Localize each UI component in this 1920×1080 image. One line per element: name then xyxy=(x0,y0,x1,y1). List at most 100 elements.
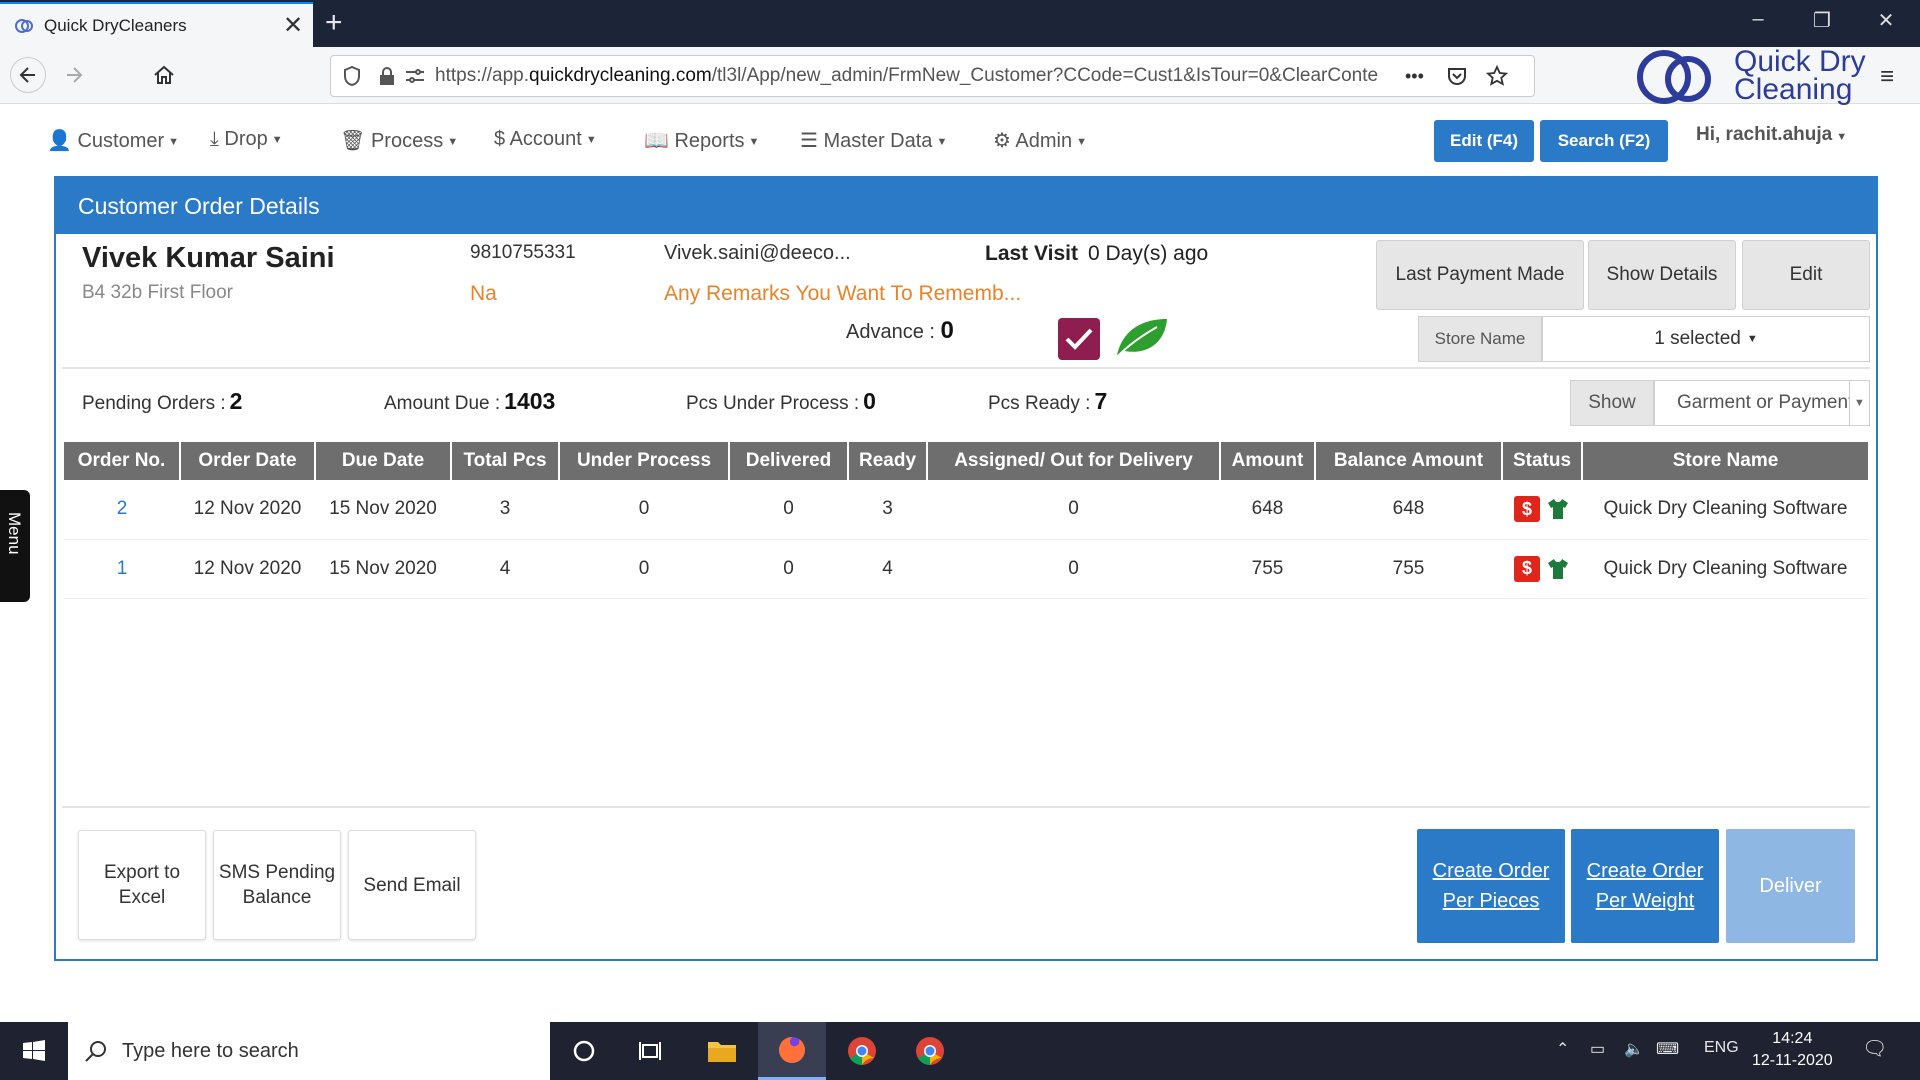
home-icon[interactable] xyxy=(146,57,182,93)
total-pcs: 4 xyxy=(451,539,559,599)
tab-favicon-icon xyxy=(15,18,33,33)
tray-chevron-up-icon[interactable]: ⌃ xyxy=(1556,1039,1569,1059)
brand-logo: Quick Dry Cleaning xyxy=(1630,40,1870,112)
orders-table: Order No. Order Date Due Date Total Pcs … xyxy=(64,442,1870,599)
gear-icon: ⚙ xyxy=(993,130,1011,152)
col-delivered[interactable]: Delivered xyxy=(729,442,849,480)
table-row: 1 12 Nov 2020 15 Nov 2020 4 0 0 4 0 755 … xyxy=(64,539,1869,599)
address-bar[interactable]: https://app.quickdrycleaning.com/tl3l/Ap… xyxy=(330,55,1535,97)
store-select[interactable]: 1 selected ▼ xyxy=(1542,316,1870,362)
col-due-date[interactable]: Due Date xyxy=(315,442,452,480)
search-f2-button[interactable]: Search (F2) xyxy=(1540,120,1668,162)
forward-arrow-icon[interactable] xyxy=(56,57,92,93)
last-payment-made-button[interactable]: Last Payment Made xyxy=(1376,240,1584,310)
status-cell: $ xyxy=(1502,480,1582,540)
pending-orders: Pending Orders :2 xyxy=(82,388,243,414)
panel-title: Customer Order Details xyxy=(56,178,1876,234)
tab-title: Quick DryCleaners xyxy=(44,15,187,35)
send-email-button[interactable]: Send Email xyxy=(348,830,476,940)
window-close-icon[interactable]: ✕ xyxy=(1866,8,1906,33)
volume-icon[interactable]: 🔈 xyxy=(1624,1039,1644,1059)
windows-start-icon[interactable] xyxy=(0,1022,68,1080)
menu-account[interactable]: $ Account ▼ xyxy=(494,128,597,151)
col-balance[interactable]: Balance Amount xyxy=(1315,442,1503,480)
col-assigned[interactable]: Assigned/ Out for Delivery xyxy=(927,442,1221,480)
chrome-icon[interactable] xyxy=(828,1022,896,1080)
file-explorer-icon[interactable] xyxy=(688,1022,756,1080)
hamburger-menu-icon[interactable]: ≡ xyxy=(1880,63,1894,91)
menu-drop[interactable]: ⤓ Drop ▼ xyxy=(210,128,283,151)
restore-icon[interactable]: ❐ xyxy=(1802,8,1842,33)
keyboard-icon[interactable]: ⌨ xyxy=(1656,1039,1679,1059)
task-view-icon[interactable] xyxy=(618,1022,686,1080)
col-ready[interactable]: Ready xyxy=(848,442,928,480)
battery-icon[interactable]: ▭ xyxy=(1590,1039,1605,1059)
col-under-process[interactable]: Under Process xyxy=(559,442,730,480)
lock-icon xyxy=(380,67,394,85)
logo-icon xyxy=(1637,50,1711,104)
assigned: 0 xyxy=(927,539,1220,599)
balance: 755 xyxy=(1315,539,1502,599)
taskbar-search-box[interactable]: Type here to search xyxy=(68,1022,550,1080)
customer-name: Vivek Kumar Saini xyxy=(82,242,335,274)
customer-email: Vivek.saini@deeco... xyxy=(664,242,851,264)
menu-admin[interactable]: ⚙ Admin ▼ xyxy=(993,128,1087,153)
deliver-button[interactable]: Deliver xyxy=(1726,829,1855,943)
col-total-pcs[interactable]: Total Pcs xyxy=(451,442,560,480)
col-order-date[interactable]: Order Date xyxy=(180,442,316,480)
delivered: 0 xyxy=(729,480,848,540)
col-store-name[interactable]: Store Name xyxy=(1582,442,1870,480)
user-greeting[interactable]: Hi, rachit.ahuja ▼ xyxy=(1696,124,1847,146)
language-indicator[interactable]: ENG xyxy=(1704,1039,1739,1057)
edit-customer-button[interactable]: Edit xyxy=(1742,240,1870,310)
menu-master-data[interactable]: ☰ Master Data ▼ xyxy=(800,128,947,153)
leaf-icon[interactable] xyxy=(1113,315,1169,359)
taskbar-clock[interactable]: 14:24 12-11-2020 xyxy=(1752,1028,1833,1072)
browser-tab[interactable]: Quick DryCleaners ✕ xyxy=(0,2,313,47)
bookmark-star-icon[interactable] xyxy=(1485,65,1508,87)
show-filter-select[interactable]: Garment or Payment ▼ xyxy=(1654,380,1870,426)
store-name: Quick Dry Cleaning Software xyxy=(1582,480,1869,540)
windows-taskbar: Type here to search ⌃ ▭ 🔈 ⌨ ENG 14:24 12… xyxy=(0,1022,1920,1080)
garment-icon[interactable] xyxy=(1546,557,1570,581)
create-order-per-weight-button[interactable]: Create Order Per Weight xyxy=(1571,829,1719,943)
create-order-per-pieces-button[interactable]: Create Order Per Pieces xyxy=(1417,829,1565,943)
amount-due: Amount Due :1403 xyxy=(384,388,556,414)
last-visit: Last Visit 0 Day(s) ago xyxy=(985,242,1209,265)
total-pcs: 3 xyxy=(451,480,559,540)
menu-customer[interactable]: 👤 Customer ▼ xyxy=(47,128,179,153)
menu-process[interactable]: 🗑 Process ▼ xyxy=(340,128,458,153)
check-icon[interactable] xyxy=(1058,318,1100,360)
col-order-no[interactable]: Order No. xyxy=(64,442,181,480)
minimize-icon[interactable]: – xyxy=(1738,8,1778,31)
page-actions-icon[interactable]: ••• xyxy=(1405,66,1424,87)
show-details-button[interactable]: Show Details xyxy=(1588,240,1736,310)
cortana-icon[interactable] xyxy=(550,1022,618,1080)
pocket-icon[interactable] xyxy=(1446,65,1468,87)
download-icon: ⤓ xyxy=(210,128,219,150)
chrome-icon-2[interactable] xyxy=(896,1022,964,1080)
order-no-link[interactable]: 1 xyxy=(64,539,180,599)
under-process: 0 xyxy=(559,480,729,540)
order-date: 12 Nov 2020 xyxy=(180,539,315,599)
ready: 3 xyxy=(848,480,927,540)
payment-due-icon[interactable]: $ xyxy=(1514,496,1540,523)
col-amount[interactable]: Amount xyxy=(1220,442,1316,480)
divider xyxy=(62,806,1870,808)
notifications-icon[interactable]: 🗨 xyxy=(1862,1036,1887,1061)
order-no-link[interactable]: 2 xyxy=(64,480,180,540)
menu-reports[interactable]: 📖 Reports ▼ xyxy=(644,128,759,153)
payment-due-icon[interactable]: $ xyxy=(1514,555,1540,582)
ready: 4 xyxy=(848,539,927,599)
back-arrow-icon[interactable] xyxy=(10,57,46,93)
sms-pending-balance-button[interactable]: SMS Pending Balance xyxy=(213,830,341,940)
new-tab-button[interactable]: + xyxy=(325,8,343,38)
garment-icon[interactable] xyxy=(1546,497,1570,521)
export-excel-button[interactable]: Export to Excel xyxy=(78,830,206,940)
col-status[interactable]: Status xyxy=(1502,442,1583,480)
firefox-icon[interactable] xyxy=(758,1022,826,1080)
tab-close-icon[interactable]: ✕ xyxy=(273,11,313,40)
side-menu-tab[interactable]: Menu xyxy=(0,490,30,602)
customer-remarks[interactable]: Any Remarks You Want To Rememb... xyxy=(664,282,1021,306)
edit-f4-button[interactable]: Edit (F4) xyxy=(1434,120,1534,162)
